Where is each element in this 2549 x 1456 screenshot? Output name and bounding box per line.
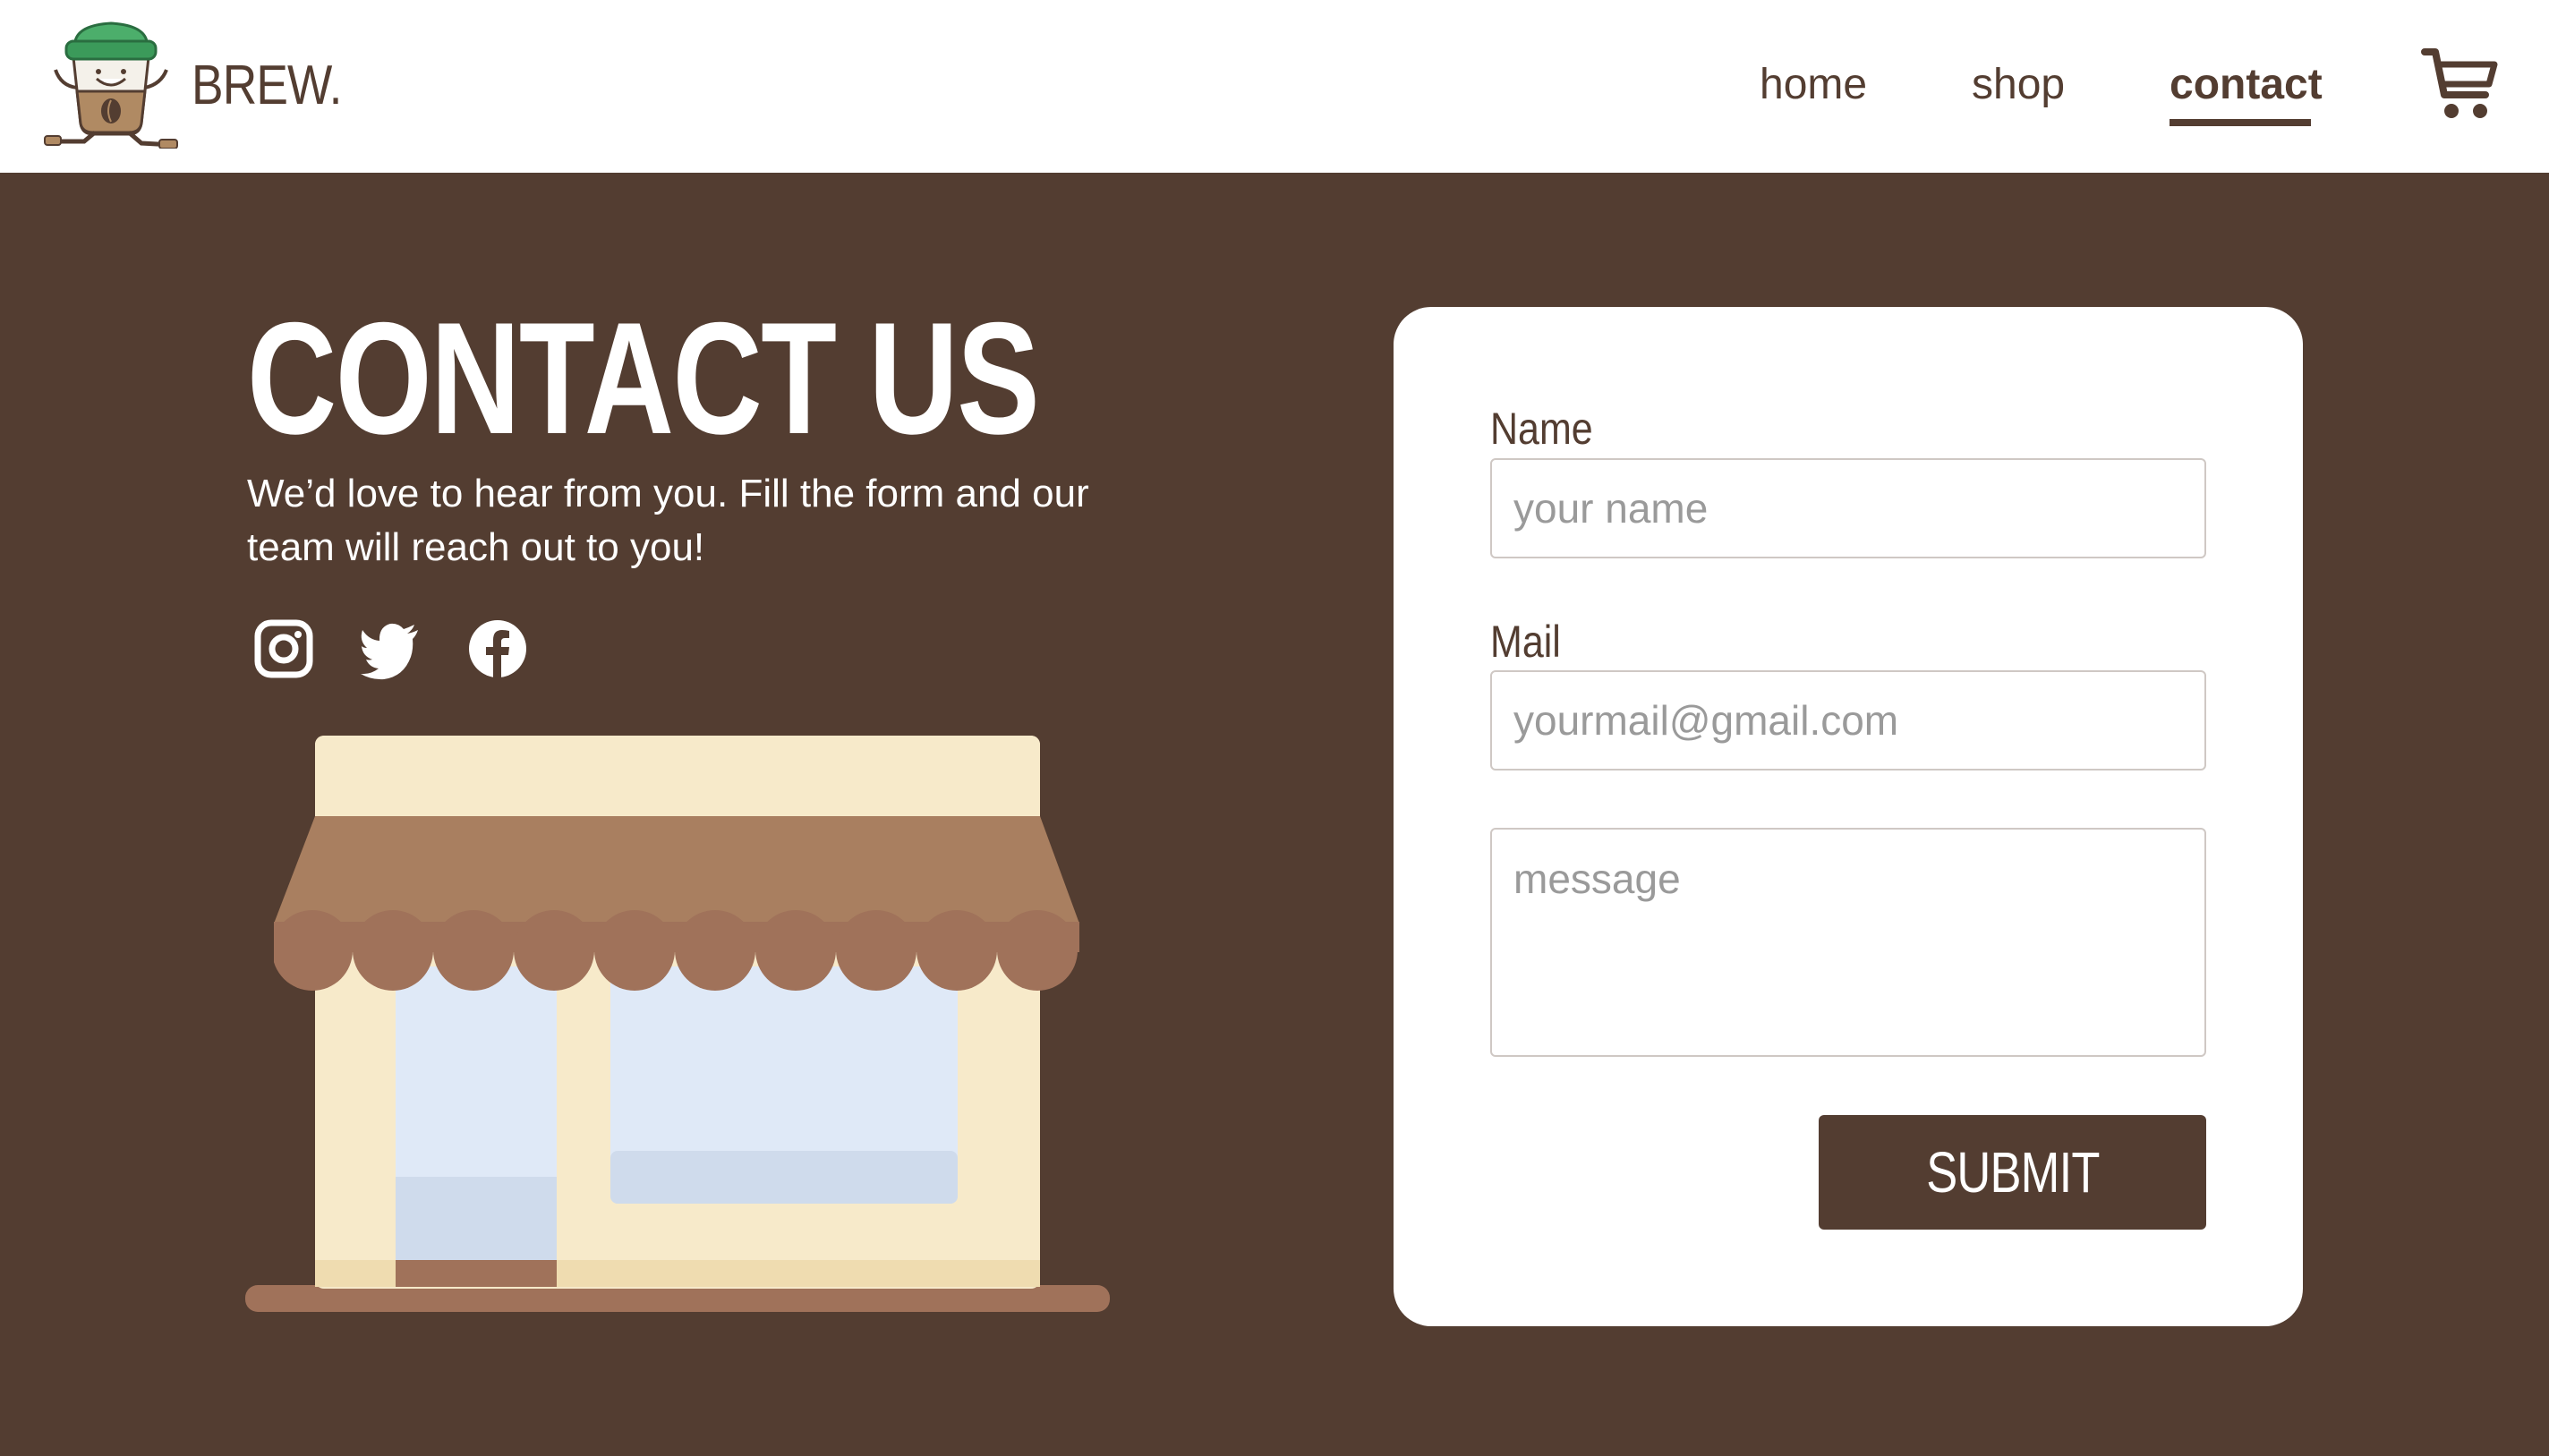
instagram-icon[interactable] <box>252 617 315 680</box>
nav-link-home[interactable]: home <box>1760 55 1867 115</box>
coffee-cup-mascot-logo[interactable] <box>43 18 179 149</box>
shopping-cart-icon[interactable] <box>2421 45 2498 122</box>
active-nav-underline <box>2170 119 2311 126</box>
brand-name[interactable]: BREW. <box>192 52 342 120</box>
twitter-icon[interactable] <box>359 617 422 680</box>
page-title: CONTACT US <box>247 289 1040 467</box>
top-header: BREW. home shop contact <box>0 0 2549 173</box>
facebook-icon[interactable] <box>466 617 529 680</box>
name-label: Name <box>1490 404 1593 454</box>
nav-link-contact[interactable]: contact <box>2170 55 2323 115</box>
nav-link-shop[interactable]: shop <box>1972 55 2065 115</box>
page-subtitle: We’d love to hear from you. Fill the for… <box>247 472 1089 569</box>
contact-form: Name Mail SUBMIT <box>1394 307 2303 1326</box>
submit-button[interactable]: SUBMIT <box>1819 1115 2206 1230</box>
name-input[interactable] <box>1490 458 2206 558</box>
coffee-shop-illustration <box>245 736 1110 1312</box>
submit-button-label: SUBMIT <box>1925 1140 2100 1205</box>
message-textarea[interactable] <box>1490 828 2206 1057</box>
mail-input[interactable] <box>1490 670 2206 771</box>
mail-label: Mail <box>1490 617 1561 667</box>
